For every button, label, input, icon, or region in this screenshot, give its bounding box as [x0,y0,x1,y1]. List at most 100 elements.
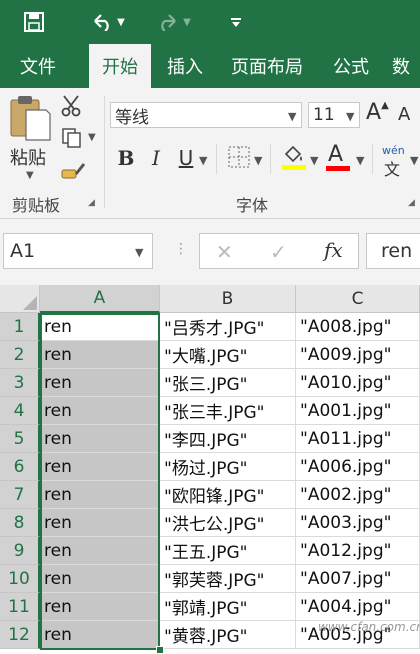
column-header-a[interactable]: A [40,285,160,313]
row-header[interactable]: 8 [0,509,40,537]
cell-c[interactable]: "A008.jpg" [296,313,420,341]
name-box-dropdown-icon[interactable]: ▼ [135,246,143,259]
font-launcher-icon[interactable]: ◢ [408,198,418,208]
cell-a[interactable]: ren [40,621,160,649]
format-painter-icon[interactable] [60,158,86,182]
tab-home[interactable]: 开始 [89,44,151,88]
paste-dropdown-icon[interactable]: ▼ [26,170,34,181]
cell-b[interactable]: "大嘴.JPG" [160,341,296,369]
underline-button[interactable]: U [174,144,198,172]
row-header[interactable]: 12 [0,621,40,649]
cell-b[interactable]: "郭靖.JPG" [160,593,296,621]
cell-c[interactable]: "A009.jpg" [296,341,420,369]
enter-icon[interactable]: ✓ [270,240,287,264]
cell-b[interactable]: "王五.JPG" [160,537,296,565]
row-header[interactable]: 7 [0,481,40,509]
cell-b[interactable]: "黄蓉.JPG" [160,621,296,649]
save-icon[interactable] [18,7,50,37]
cell-c[interactable]: "A002.jpg" [296,481,420,509]
fill-color-dropdown-icon[interactable]: ▼ [310,154,318,167]
cut-icon[interactable] [60,94,84,118]
phonetic-guide-button[interactable]: wén 文 [382,144,406,179]
decrease-font-size-icon[interactable]: A [398,104,410,125]
redo-button[interactable]: ▼ [150,7,198,37]
font-size-dropdown-icon[interactable]: ▼ [346,110,354,123]
cell-a[interactable]: ren [40,509,160,537]
cell-b[interactable]: "洪七公.JPG" [160,509,296,537]
cell-c[interactable]: "A004.jpg" [296,593,420,621]
cell-c[interactable]: "A010.jpg" [296,369,420,397]
insert-function-button[interactable]: fx [324,238,343,262]
clipboard-launcher-icon[interactable]: ◢ [88,198,98,208]
fill-color-button[interactable] [282,144,306,174]
font-color-button[interactable]: A [326,142,350,172]
tab-file[interactable]: 文件 [6,44,70,88]
italic-button[interactable]: I [144,144,168,172]
borders-dropdown-icon[interactable]: ▼ [254,154,262,167]
font-color-dropdown-icon[interactable]: ▼ [356,154,364,167]
row-header[interactable]: 2 [0,341,40,369]
row-header[interactable]: 6 [0,453,40,481]
cell-c[interactable]: "A007.jpg" [296,565,420,593]
tab-insert[interactable]: 插入 [156,44,214,88]
copy-dropdown-icon[interactable]: ▼ [88,132,96,143]
cell-a[interactable]: ren [40,537,160,565]
column-header-b[interactable]: B [160,285,296,313]
row-header[interactable]: 11 [0,593,40,621]
fill-handle[interactable] [156,646,164,654]
row-header[interactable]: 4 [0,397,40,425]
paste-button[interactable]: 粘贴 ▼ [8,94,54,182]
row-header[interactable]: 5 [0,425,40,453]
cell-c[interactable]: "A006.jpg" [296,453,420,481]
cell-a[interactable]: ren [40,481,160,509]
customize-icon[interactable] [226,7,246,37]
cell-a[interactable]: ren [40,593,160,621]
increase-font-size-icon[interactable]: A▲ [366,100,389,125]
copy-button[interactable]: ▼ [60,126,100,150]
cell-a[interactable]: ren [40,369,160,397]
clipboard-group-label: 剪贴板 [12,196,61,215]
name-box[interactable]: A1 [3,233,153,269]
cell-b[interactable]: "李四.JPG" [160,425,296,453]
tab-page-layout[interactable]: 页面布局 [222,44,312,88]
cell-a[interactable]: ren [40,397,160,425]
formula-input[interactable]: ren [366,233,420,269]
cell-b[interactable]: "欧阳锋.JPG" [160,481,296,509]
redo-icon [157,13,179,31]
cell-c[interactable]: "A011.jpg" [296,425,420,453]
cell-b[interactable]: "张三.JPG" [160,369,296,397]
cell-a[interactable]: ren [40,313,160,341]
cell-c[interactable]: "A012.jpg" [296,537,420,565]
cell-c[interactable]: "A003.jpg" [296,509,420,537]
cancel-icon[interactable]: ✕ [216,240,233,264]
copy-icon [60,128,84,154]
row-header[interactable]: 3 [0,369,40,397]
tab-data[interactable]: 数 [392,44,420,88]
font-name-select[interactable]: 等线 [110,102,302,128]
cell-b[interactable]: "郭芙蓉.JPG" [160,565,296,593]
cell-a[interactable]: ren [40,453,160,481]
row-header[interactable]: 1 [0,313,40,341]
cell-a[interactable]: ren [40,425,160,453]
font-name-dropdown-icon[interactable]: ▼ [288,110,296,123]
paste-icon [8,94,54,146]
bold-button[interactable]: B [114,144,138,172]
row-header[interactable]: 9 [0,537,40,565]
column-header-c[interactable]: C [296,285,420,313]
cell-b[interactable]: "张三丰.JPG" [160,397,296,425]
underline-dropdown-icon[interactable]: ▼ [199,154,207,167]
select-all-icon [23,296,37,310]
borders-icon[interactable] [228,146,250,172]
cell-a[interactable]: ren [40,341,160,369]
cell-a[interactable]: ren [40,565,160,593]
cell-b[interactable]: "杨过.JPG" [160,453,296,481]
phonetic-dropdown-icon[interactable]: ▼ [410,154,418,167]
redo-dropdown-icon[interactable]: ▼ [183,17,191,28]
cell-c[interactable]: "A001.jpg" [296,397,420,425]
row-header[interactable]: 10 [0,565,40,593]
cell-b[interactable]: "吕秀才.JPG" [160,313,296,341]
tab-formulas[interactable]: 公式 [322,44,380,88]
undo-dropdown-icon[interactable]: ▼ [117,17,125,28]
select-all-corner[interactable] [0,285,40,313]
undo-button[interactable]: ▼ [82,7,134,37]
